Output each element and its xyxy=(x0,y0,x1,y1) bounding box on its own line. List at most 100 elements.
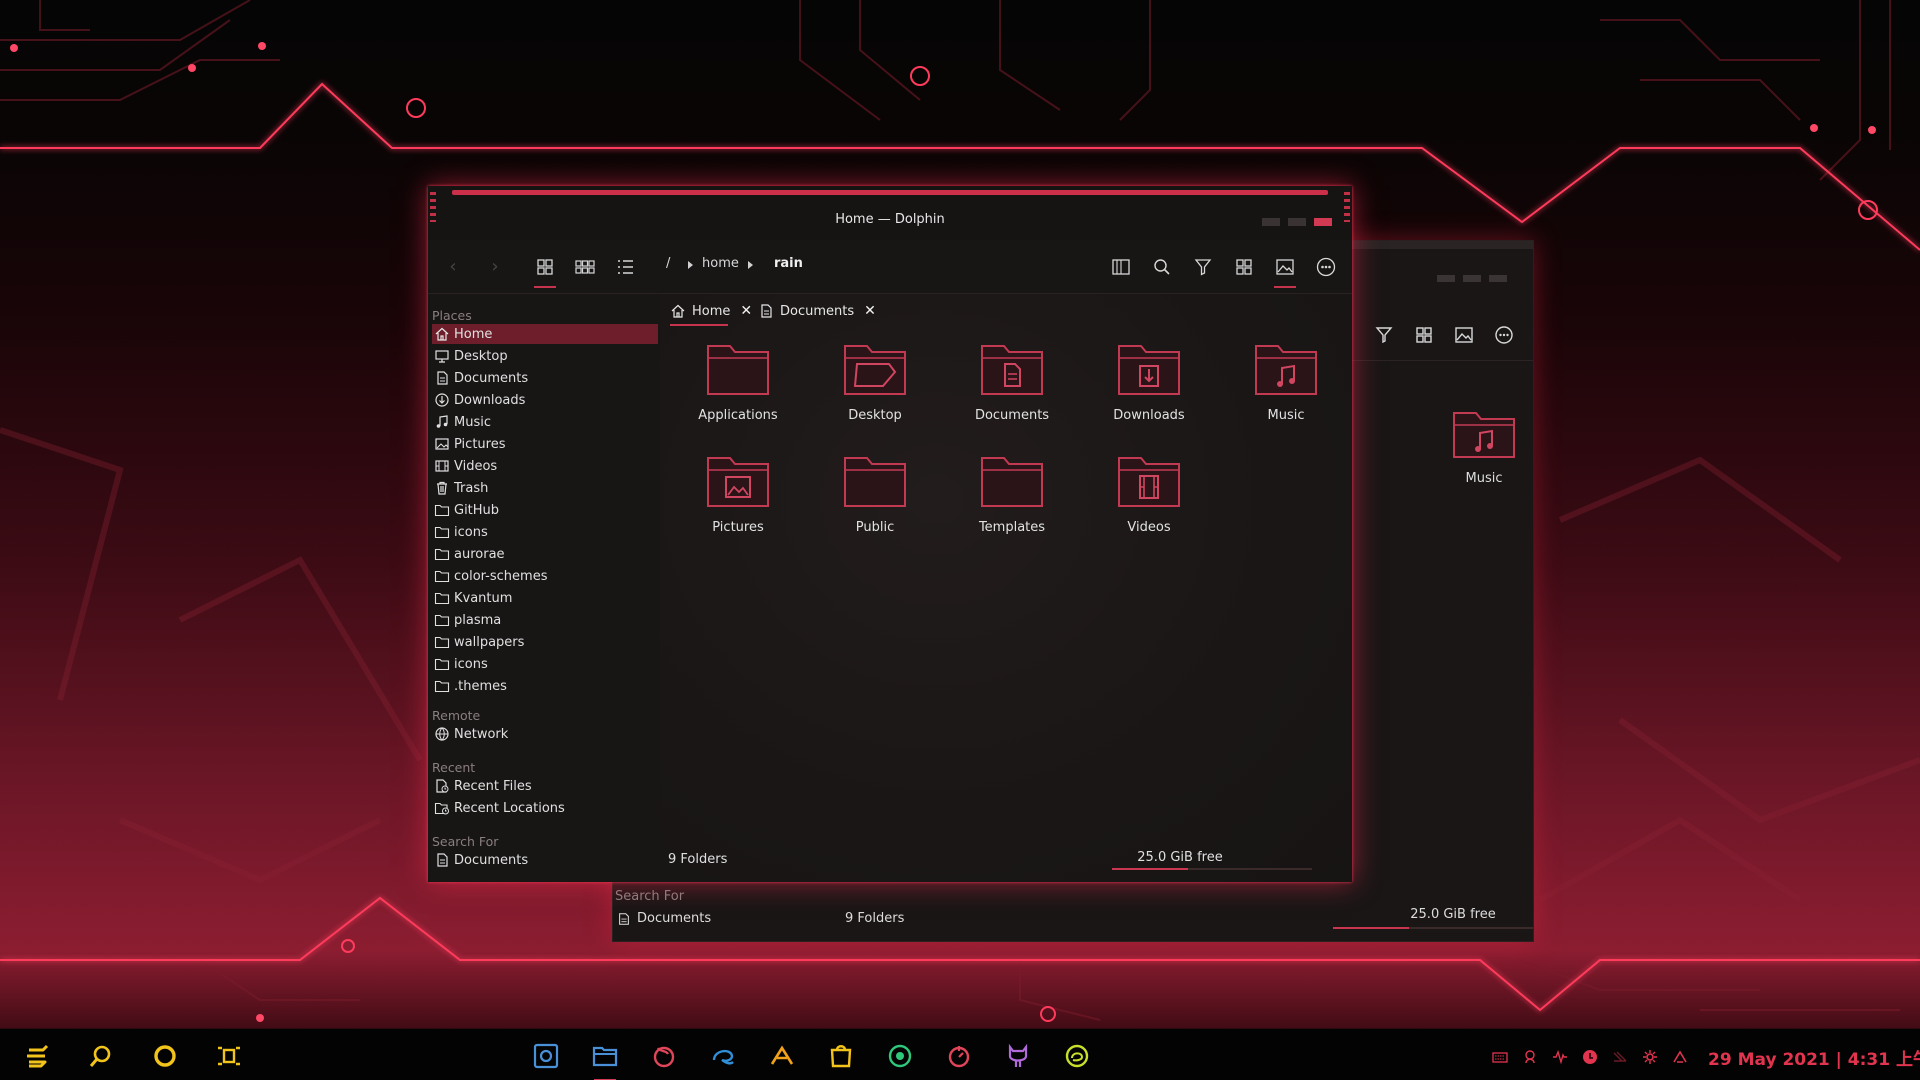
sidebar-item-color-schemes[interactable]: color-schemes xyxy=(432,566,658,586)
sidebar-item-recent-files[interactable]: Recent Files xyxy=(432,776,658,796)
task-github[interactable] xyxy=(1003,1041,1033,1071)
sidebar-item-label: icons xyxy=(454,656,488,672)
sidebar-item-music[interactable]: Music xyxy=(432,412,658,432)
details-view-button[interactable] xyxy=(612,254,638,280)
music-icon xyxy=(434,414,450,430)
preview-icon[interactable] xyxy=(1453,324,1475,346)
task-chat[interactable] xyxy=(1062,1041,1092,1071)
folder-desktop[interactable]: Desktop xyxy=(820,338,930,423)
breadcrumb-root[interactable]: / xyxy=(666,256,670,271)
breadcrumb-separator-icon[interactable] xyxy=(748,261,753,269)
sidebar-item-themes[interactable]: .themes xyxy=(432,676,658,696)
maximize-button[interactable] xyxy=(1288,218,1306,226)
sidebar-item-home[interactable]: Home xyxy=(432,324,658,344)
task-view-button[interactable] xyxy=(214,1041,244,1071)
folder-downloads[interactable]: Downloads xyxy=(1094,338,1204,423)
compact-view-icon xyxy=(575,260,595,274)
sidebar-item-label: color-schemes xyxy=(454,568,548,584)
application-launcher[interactable] xyxy=(22,1041,52,1071)
task-dolphin[interactable] xyxy=(590,1041,620,1080)
chat-icon xyxy=(1065,1044,1089,1068)
sidebar-item-desktop[interactable]: Desktop xyxy=(432,346,658,366)
task-app[interactable] xyxy=(885,1041,915,1071)
documents-icon xyxy=(619,912,629,925)
mascot-icon xyxy=(1525,1050,1535,1064)
audio-tray[interactable] xyxy=(1552,1049,1568,1065)
background-folder-music[interactable]: Music xyxy=(1429,401,1539,486)
close-tab-icon[interactable]: ✕ xyxy=(864,303,876,319)
network-tray[interactable] xyxy=(1612,1049,1628,1065)
places-header: Places xyxy=(432,308,472,323)
sidebar-item-kvantum[interactable]: Kvantum xyxy=(432,588,658,608)
sidebar-item-documents[interactable]: Documents xyxy=(432,368,658,388)
filter-icon[interactable] xyxy=(1373,324,1395,346)
sidebar-item-recent-locations[interactable]: Recent Locations xyxy=(432,798,658,818)
settings-icon xyxy=(1643,1050,1657,1064)
tab-home[interactable]: Home ✕ xyxy=(670,300,752,326)
filter-button[interactable] xyxy=(1190,254,1216,280)
keyboard-tray[interactable] xyxy=(1492,1049,1508,1065)
sidebar-item-aurorae[interactable]: aurorae xyxy=(432,544,658,564)
circle-launcher[interactable] xyxy=(150,1041,180,1071)
sidebar-item-network[interactable]: Network xyxy=(432,724,658,744)
split-view-button[interactable] xyxy=(1108,254,1134,280)
sidebar-item-label: Downloads xyxy=(454,392,526,408)
minimize-button[interactable] xyxy=(1262,218,1280,226)
show-hidden-tray[interactable] xyxy=(1672,1049,1688,1065)
sidebar-item-icons[interactable]: icons xyxy=(432,522,658,542)
documents-icon xyxy=(434,370,450,386)
update-icon xyxy=(1583,1050,1597,1064)
task-screenshot[interactable] xyxy=(531,1041,561,1071)
folder-public[interactable]: Public xyxy=(820,450,930,535)
more-icon[interactable] xyxy=(1493,324,1515,346)
sidebar-item-trash[interactable]: Trash xyxy=(432,478,658,498)
sidebar-item-icons-2[interactable]: icons xyxy=(432,654,658,674)
task-timer[interactable] xyxy=(944,1041,974,1071)
folder-music[interactable]: Music xyxy=(1231,338,1341,423)
sidebar-item-label: GitHub xyxy=(454,502,500,518)
file-view[interactable]: Home ✕ Documents ✕ Applications Desktop … xyxy=(660,294,1352,882)
settings-tray[interactable] xyxy=(1642,1049,1658,1065)
sidebar-item-search-documents[interactable]: Documents xyxy=(432,850,658,870)
more-options-button[interactable] xyxy=(1313,254,1339,280)
dolphin-window[interactable]: Home — Dolphin ‹ › / home rain Places Ho… xyxy=(428,186,1352,882)
preview-button[interactable] xyxy=(1272,254,1298,288)
update-tray[interactable] xyxy=(1582,1049,1598,1065)
folder-icon xyxy=(434,678,450,694)
compact-view-button[interactable] xyxy=(572,254,598,280)
icons-view-button[interactable] xyxy=(532,254,558,288)
grid-button[interactable] xyxy=(1231,254,1257,280)
back-button[interactable]: ‹ xyxy=(442,256,464,278)
breadcrumb-rain[interactable]: rain xyxy=(774,256,803,271)
folder-templates[interactable]: Templates xyxy=(957,450,1067,535)
forward-button[interactable]: › xyxy=(484,256,506,278)
task-browser[interactable] xyxy=(708,1041,738,1071)
task-firefox[interactable] xyxy=(649,1041,679,1071)
task-editor[interactable] xyxy=(767,1041,797,1071)
sidebar-item-downloads[interactable]: Downloads xyxy=(432,390,658,410)
grid-icon[interactable] xyxy=(1413,324,1435,346)
search-launcher[interactable] xyxy=(86,1041,116,1071)
sidebar-item-plasma[interactable]: plasma xyxy=(432,610,658,630)
folder-applications[interactable]: Applications xyxy=(683,338,793,423)
close-tab-icon[interactable]: ✕ xyxy=(740,303,752,319)
sidebar-item-wallpapers[interactable]: wallpapers xyxy=(432,632,658,652)
sidebar-item-github[interactable]: GitHub xyxy=(432,500,658,520)
breadcrumb-separator-icon[interactable] xyxy=(688,261,693,269)
sidebar-item-videos[interactable]: Videos xyxy=(432,456,658,476)
mascot-tray[interactable] xyxy=(1522,1049,1538,1065)
arrow-right-icon: › xyxy=(491,256,499,277)
sidebar-item-pictures[interactable]: Pictures xyxy=(432,434,658,454)
task-store[interactable] xyxy=(826,1041,856,1071)
folder-videos[interactable]: Videos xyxy=(1094,450,1204,535)
titlebar[interactable]: Home — Dolphin xyxy=(428,186,1352,240)
breadcrumb-home[interactable]: home xyxy=(702,256,739,271)
close-button[interactable] xyxy=(1314,218,1332,226)
background-search-documents[interactable]: Documents xyxy=(617,911,711,926)
search-button[interactable] xyxy=(1149,254,1175,280)
free-space-bar[interactable] xyxy=(1112,868,1312,870)
folder-documents[interactable]: Documents xyxy=(957,338,1067,423)
clock[interactable]: 29 May 2021 | 4:31 上午 xyxy=(1708,1045,1920,1070)
tab-documents[interactable]: Documents ✕ xyxy=(758,300,876,322)
folder-pictures[interactable]: Pictures xyxy=(683,450,793,535)
